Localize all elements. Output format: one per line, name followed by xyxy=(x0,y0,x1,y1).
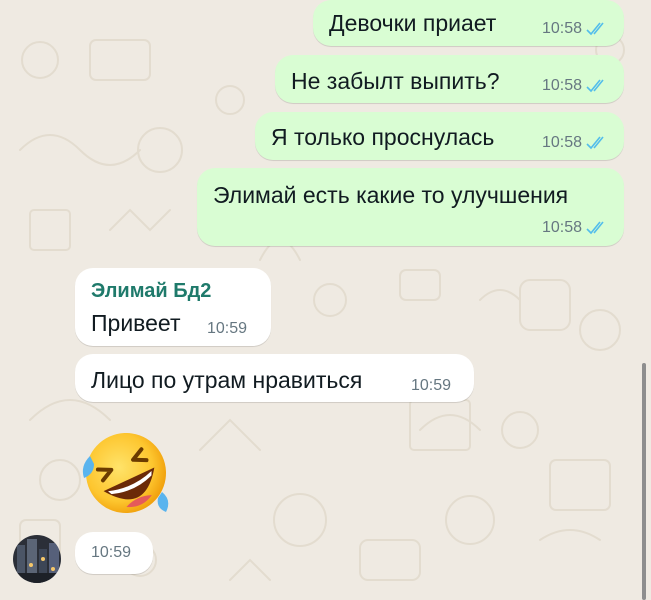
message-time: 10:58 xyxy=(541,219,582,236)
message-time: 10:58 xyxy=(541,134,582,151)
incoming-message[interactable]: Элимай Бд2 Привеет 10:59 xyxy=(75,268,271,346)
outgoing-message[interactable]: Я только проснулась 10:58 xyxy=(255,112,624,160)
message-text: Привеет xyxy=(91,310,181,336)
outgoing-message[interactable]: Девочки приает 10:58 xyxy=(313,0,624,46)
message-text: Элимай есть какие то улучшения xyxy=(213,182,569,208)
outgoing-message[interactable]: Элимай есть какие то улучшения 10:58 xyxy=(197,168,624,246)
scrollbar[interactable] xyxy=(642,363,646,600)
message-meta: 10:58 xyxy=(542,134,608,152)
message-text: Я только проснулась xyxy=(271,124,495,150)
sender-name[interactable]: Элимай Бд2 xyxy=(91,280,211,303)
double-check-icon xyxy=(586,136,604,150)
incoming-message[interactable]: 10:59 xyxy=(75,532,153,574)
message-time: 10:59 xyxy=(411,377,452,394)
outgoing-message[interactable]: Не забылт выпить? 10:58 xyxy=(275,55,624,103)
message-text: Лицо по утрам нравиться xyxy=(91,367,363,393)
message-time: 10:58 xyxy=(541,77,582,94)
rofl-emoji[interactable] xyxy=(78,428,174,518)
incoming-message[interactable]: Лицо по утрам нравиться 10:59 xyxy=(75,354,474,402)
double-check-icon xyxy=(586,79,604,93)
message-text: Девочки приает xyxy=(329,10,497,36)
message-time: 10:58 xyxy=(541,20,582,37)
message-time: 10:59 xyxy=(91,544,132,561)
message-text: Не забылт выпить? xyxy=(291,68,500,94)
message-meta: 10:58 xyxy=(542,20,608,38)
message-meta: 10:58 xyxy=(542,77,608,95)
double-check-icon xyxy=(586,22,604,36)
double-check-icon xyxy=(586,221,604,235)
message-time: 10:59 xyxy=(207,320,248,337)
avatar[interactable] xyxy=(13,535,61,583)
message-meta: 10:58 xyxy=(542,219,608,237)
